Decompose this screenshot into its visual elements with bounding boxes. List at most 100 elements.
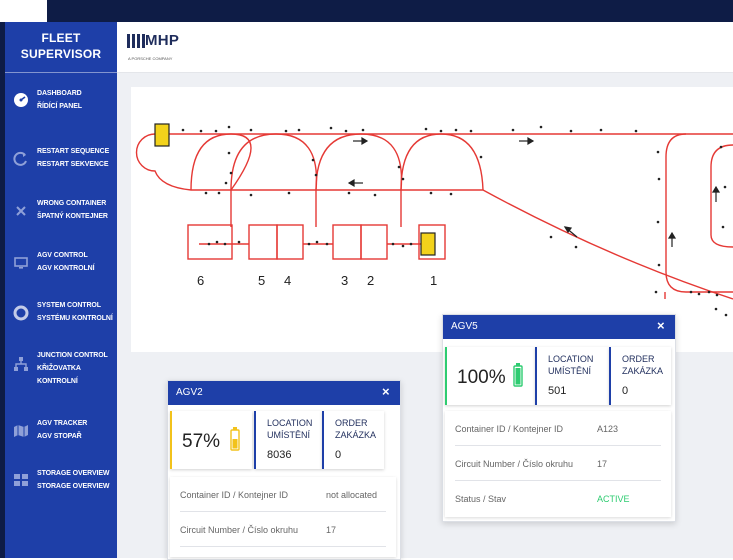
agv2-battery-value: 57% bbox=[182, 431, 220, 453]
agv2-title: AGV2 bbox=[176, 387, 203, 398]
station-label: 3 bbox=[341, 273, 348, 288]
location-label: LOCATION bbox=[548, 353, 593, 365]
top-bar: MHP A PORSCHE COMPANY bbox=[117, 22, 733, 73]
info-key: Circuit Number / Číslo okruhu bbox=[455, 459, 573, 469]
brand-line-1: FLEET bbox=[5, 30, 117, 46]
brand: FLEET SUPERVISOR bbox=[5, 30, 117, 62]
battery-half-icon bbox=[230, 427, 240, 451]
status-badge: ACTIVE bbox=[597, 494, 630, 504]
station-6 bbox=[188, 225, 232, 259]
agv2-order-value: 0 bbox=[335, 449, 341, 461]
station-label: 2 bbox=[367, 273, 374, 288]
location-label: LOCATION bbox=[267, 417, 312, 429]
sidebar-item-dashboard[interactable]: DASHBOARD ŘÍDÍCÍ PANEL bbox=[5, 84, 117, 118]
agv2-close-button[interactable]: × bbox=[382, 384, 390, 399]
sidebar-item-sublabel: KONTROLNÍ bbox=[37, 375, 117, 388]
sidebar-item-system-control[interactable]: SYSTEM CONTROL SYSTÉMU KONTROLNÍ bbox=[5, 296, 117, 330]
station-label: 4 bbox=[284, 273, 291, 288]
sidebar-item-agv-tracker[interactable]: AGV TRACKER AGV STOPAŘ bbox=[5, 414, 117, 448]
track-map-canvas: 6 5 4 3 2 1 bbox=[131, 87, 733, 352]
agv2-info-card: Container ID / Kontejner ID not allocate… bbox=[170, 477, 396, 557]
sidebar-item-sublabel: AGV KONTROLNÍ bbox=[37, 262, 117, 275]
info-key: Container ID / Kontejner ID bbox=[180, 490, 288, 500]
location-label-cz: UMÍSTĚNÍ bbox=[548, 365, 593, 377]
agv5-title: AGV5 bbox=[451, 321, 478, 332]
info-value: 17 bbox=[326, 525, 336, 535]
agv5-order-card: ORDER ZAKÁZKA 0 bbox=[609, 347, 671, 405]
info-value: 17 bbox=[597, 459, 607, 469]
sidebar-item-label: SYSTEM CONTROL bbox=[37, 299, 117, 312]
agv2-location-card: LOCATION UMÍSTĚNÍ 8036 bbox=[254, 411, 322, 469]
track-map: 6 5 4 3 2 1 bbox=[131, 87, 733, 352]
sidebar-item-sublabel: AGV STOPAŘ bbox=[37, 430, 117, 443]
battery-full-icon bbox=[513, 363, 523, 387]
sidebar-item-agv-control[interactable]: AGV CONTROL AGV KONTROLNÍ bbox=[5, 246, 117, 280]
window-frame-top bbox=[47, 0, 733, 22]
sidebar-item-junction-control[interactable]: JUNCTION CONTROL KŘIŽOVATKA KONTROLNÍ bbox=[5, 348, 117, 392]
agv2-order-card: ORDER ZAKÁZKA 0 bbox=[322, 411, 384, 469]
order-label-cz: ZAKÁZKA bbox=[335, 429, 376, 441]
order-label: ORDER bbox=[622, 353, 663, 365]
mhp-logo-icon bbox=[127, 33, 145, 49]
agv5-info-card: Container ID / Kontejner ID A123 Circuit… bbox=[445, 411, 671, 517]
sidebar-item-sublabel: ŠPATNÝ KONTEJNER bbox=[37, 210, 117, 223]
info-row: Circuit Number / Číslo okruhu 17 bbox=[180, 512, 386, 547]
sidebar-item-label: RESTART SEQUENCE bbox=[37, 145, 117, 158]
agv2-battery-card: 57% bbox=[170, 411, 252, 469]
agv5-close-button[interactable]: × bbox=[657, 318, 665, 333]
agv2-panel: AGV2 × 57% LOCATION UMÍSTĚNÍ 8036 ORDER … bbox=[167, 380, 401, 560]
logo-subtitle: A PORSCHE COMPANY bbox=[128, 56, 172, 61]
logo-text: MHP bbox=[145, 32, 179, 49]
agv-vehicle-station-1[interactable] bbox=[421, 233, 435, 255]
sidebar: FLEET SUPERVISOR DASHBOARD ŘÍDÍCÍ PANEL … bbox=[5, 22, 117, 558]
station-3 bbox=[333, 225, 361, 259]
sidebar-item-label: WRONG CONTAINER bbox=[37, 197, 117, 210]
map-icon bbox=[13, 423, 29, 439]
station-label: 1 bbox=[430, 273, 437, 288]
sidebar-item-label: AGV CONTROL bbox=[37, 249, 117, 262]
sidebar-item-sublabel: STORAGE OVERVIEW bbox=[37, 480, 117, 493]
info-key: Circuit Number / Číslo okruhu bbox=[180, 525, 298, 535]
info-row: Container ID / Kontejner ID A123 bbox=[455, 411, 661, 446]
location-label-cz: UMÍSTĚNÍ bbox=[267, 429, 312, 441]
sidebar-item-sublabel: KŘIŽOVATKA bbox=[37, 362, 117, 375]
sidebar-item-label: AGV TRACKER bbox=[37, 417, 117, 430]
brand-line-2: SUPERVISOR bbox=[5, 46, 117, 62]
agv5-order-value: 0 bbox=[622, 385, 628, 397]
close-icon bbox=[13, 203, 29, 219]
sidebar-item-label: DASHBOARD bbox=[37, 87, 117, 100]
brand-divider bbox=[5, 72, 117, 73]
agv2-location-value: 8036 bbox=[267, 449, 291, 461]
sidebar-item-label: JUNCTION CONTROL bbox=[37, 349, 117, 362]
station-4 bbox=[277, 225, 303, 259]
info-key: Container ID / Kontejner ID bbox=[455, 424, 563, 434]
info-value: A123 bbox=[597, 424, 618, 434]
info-row: Container ID / Kontejner ID not allocate… bbox=[180, 477, 386, 512]
restart-icon bbox=[13, 151, 29, 167]
agv5-battery-value: 100% bbox=[457, 367, 506, 389]
info-key: Status / Stav bbox=[455, 494, 506, 504]
circle-icon bbox=[13, 305, 29, 321]
storage-icon bbox=[13, 472, 29, 488]
agv5-location-card: LOCATION UMÍSTĚNÍ 501 bbox=[535, 347, 609, 405]
sidebar-item-sublabel: RESTART SEKVENCE bbox=[37, 158, 117, 171]
sidebar-item-storage-overview[interactable]: STORAGE OVERVIEW STORAGE OVERVIEW bbox=[5, 464, 117, 498]
info-row: Circuit Number / Číslo okruhu 17 bbox=[455, 446, 661, 481]
station-label: 6 bbox=[197, 273, 204, 288]
info-value: not allocated bbox=[326, 490, 377, 500]
sidebar-item-label: STORAGE OVERVIEW bbox=[37, 467, 117, 480]
order-label-cz: ZAKÁZKA bbox=[622, 365, 663, 377]
station-2 bbox=[361, 225, 387, 259]
dashboard-icon bbox=[13, 92, 29, 108]
sidebar-item-sublabel: ŘÍDÍCÍ PANEL bbox=[37, 100, 117, 113]
sidebar-item-wrong-container[interactable]: WRONG CONTAINER ŠPATNÝ KONTEJNER bbox=[5, 194, 117, 228]
order-label: ORDER bbox=[335, 417, 376, 429]
sidebar-item-restart-sequence[interactable]: RESTART SEQUENCE RESTART SEKVENCE bbox=[5, 142, 117, 176]
agv2-panel-header: AGV2 × bbox=[168, 381, 400, 405]
sidebar-item-sublabel: SYSTÉMU KONTROLNÍ bbox=[37, 312, 117, 325]
station-label: 5 bbox=[258, 273, 265, 288]
agv5-panel: AGV5 × 100% LOCATION UMÍSTĚNÍ 501 ORDER … bbox=[442, 314, 676, 522]
monitor-icon bbox=[13, 255, 29, 271]
agv5-panel-header: AGV5 × bbox=[443, 315, 675, 339]
agv-vehicle-left[interactable] bbox=[155, 124, 169, 146]
